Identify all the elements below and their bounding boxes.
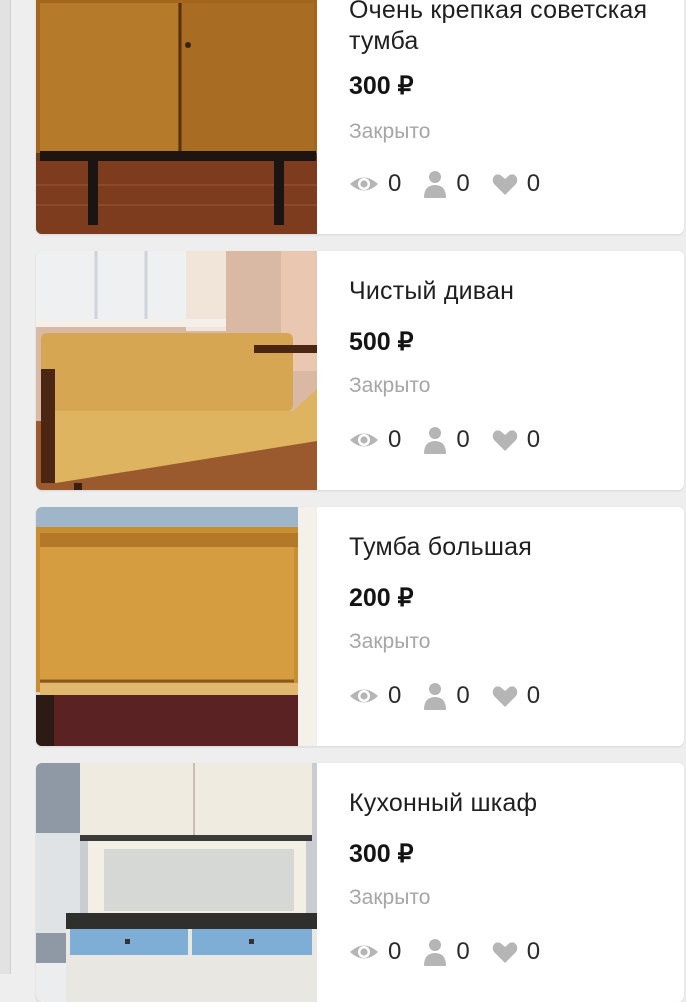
likes-stat: 0 — [492, 170, 540, 198]
contacts-stat: 0 — [423, 938, 470, 966]
person-icon — [424, 939, 447, 966]
contacts-count: 0 — [456, 938, 470, 965]
eye-icon — [350, 433, 378, 447]
listing-card[interactable]: Чистый диван 500 ₽ Закрыто 0 0 0 — [36, 251, 684, 490]
views-stat: 0 — [349, 426, 401, 454]
sofa-photo — [36, 251, 317, 490]
listing-photo[interactable] — [36, 251, 317, 490]
listing-status: Закрыто — [349, 120, 431, 143]
listing-photo[interactable] — [36, 0, 317, 234]
views-stat: 0 — [349, 682, 401, 710]
views-stat: 0 — [349, 938, 401, 966]
listing-title[interactable]: Кухонный шкаф — [349, 788, 669, 819]
eye-icon — [350, 689, 378, 703]
contacts-count: 0 — [456, 170, 470, 197]
eye-icon — [350, 945, 378, 959]
likes-stat: 0 — [492, 426, 540, 454]
kitchen-cupboard-photo — [36, 763, 317, 1002]
likes-count: 0 — [526, 938, 541, 965]
likes-count: 0 — [526, 426, 541, 453]
listing-stats: 0 0 0 — [349, 682, 562, 710]
views-count: 0 — [388, 170, 402, 197]
listing-title[interactable]: Тумба большая — [349, 532, 669, 563]
contacts-stat: 0 — [423, 426, 470, 454]
listing-stats: 0 0 0 — [349, 170, 562, 198]
likes-stat: 0 — [492, 938, 540, 966]
views-count: 0 — [388, 426, 402, 453]
listing-photo[interactable] — [36, 763, 317, 1002]
person-icon — [424, 171, 447, 198]
views-count: 0 — [388, 938, 402, 965]
left-edge-panel — [0, 0, 11, 974]
listing-title[interactable]: Чистый диван — [349, 276, 669, 307]
listing-card[interactable]: Очень крепкая советская тумба 300 ₽ Закр… — [36, 0, 684, 234]
contacts-count: 0 — [456, 426, 470, 453]
listing-price: 300 ₽ — [349, 72, 414, 100]
heart-icon — [492, 941, 517, 963]
listing-photo[interactable] — [36, 507, 317, 746]
views-count: 0 — [388, 682, 402, 709]
listing-price: 500 ₽ — [349, 328, 414, 356]
views-stat: 0 — [349, 170, 401, 198]
listing-title[interactable]: Очень крепкая советская тумба — [349, 0, 669, 57]
listing-stats: 0 0 0 — [349, 938, 562, 966]
listing-stats: 0 0 0 — [349, 426, 562, 454]
likes-count: 0 — [526, 682, 541, 709]
person-icon — [424, 683, 447, 710]
likes-stat: 0 — [492, 682, 540, 710]
listing-card[interactable]: Кухонный шкаф 300 ₽ Закрыто 0 0 0 — [36, 763, 684, 1002]
listing-status: Закрыто — [349, 630, 431, 653]
likes-count: 0 — [526, 170, 541, 197]
listing-price: 300 ₽ — [349, 840, 414, 868]
heart-icon — [492, 173, 517, 195]
contacts-stat: 0 — [423, 170, 470, 198]
listing-status: Закрыто — [349, 374, 431, 397]
contacts-stat: 0 — [423, 682, 470, 710]
person-icon — [424, 427, 447, 454]
contacts-count: 0 — [456, 682, 470, 709]
eye-icon — [350, 177, 378, 191]
soviet-cabinet-photo — [36, 0, 317, 234]
listing-price: 200 ₽ — [349, 584, 414, 612]
heart-icon — [492, 429, 517, 451]
large-cabinet-photo — [36, 507, 317, 746]
listing-card[interactable]: Тумба большая 200 ₽ Закрыто 0 0 0 — [36, 507, 684, 746]
listing-status: Закрыто — [349, 886, 431, 909]
heart-icon — [492, 685, 517, 707]
